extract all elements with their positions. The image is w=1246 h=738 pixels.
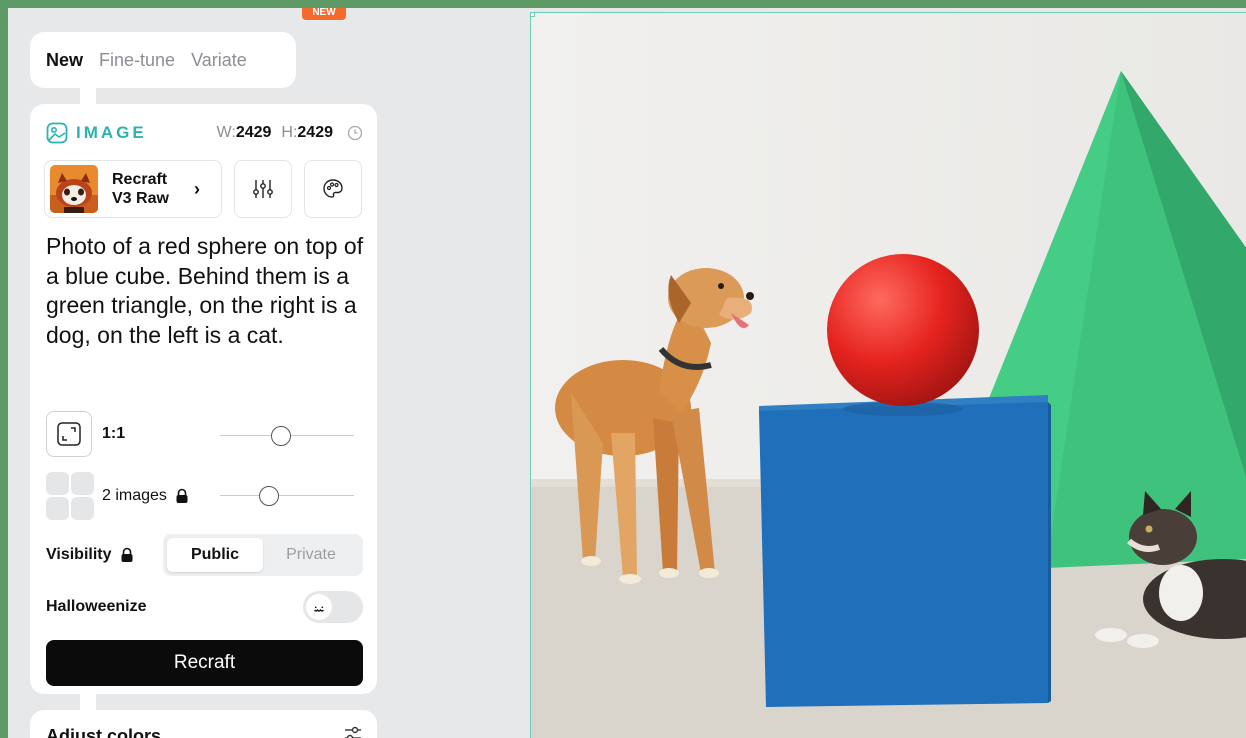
halloweenize-toggle[interactable] bbox=[303, 591, 363, 623]
adjust-icon[interactable] bbox=[343, 724, 363, 738]
new-badge: NEW bbox=[302, 8, 346, 20]
settings-sliders-button[interactable] bbox=[234, 160, 292, 218]
aspect-ratio-icon bbox=[57, 422, 81, 446]
model-selector-button[interactable]: Recraft V3 Raw › bbox=[44, 160, 222, 218]
image-settings-card: IMAGE W:2429 H:2429 Recraft V3 Raw › Pho… bbox=[30, 104, 377, 694]
visibility-row: Visibility Public Private bbox=[46, 534, 363, 576]
slider-knob[interactable] bbox=[271, 426, 291, 446]
resize-handle-top-left[interactable] bbox=[531, 13, 535, 17]
model-row: Recraft V3 Raw › bbox=[44, 160, 363, 218]
toggle-knob bbox=[306, 594, 332, 620]
visibility-segmented-control: Public Private bbox=[163, 534, 363, 576]
aspect-ratio-slider[interactable] bbox=[220, 426, 354, 446]
slider-track bbox=[220, 495, 354, 496]
width-key: W: bbox=[216, 124, 236, 141]
recraft-generate-button[interactable]: Recraft bbox=[46, 640, 363, 686]
generated-image bbox=[531, 13, 1246, 738]
visibility-label: Visibility bbox=[46, 546, 112, 563]
image-type-label: IMAGE bbox=[76, 123, 147, 142]
aspect-ratio-label: 1:1 bbox=[102, 425, 126, 442]
visibility-private-option[interactable]: Private bbox=[263, 538, 359, 572]
tabs-connector bbox=[80, 86, 96, 106]
dimensions[interactable]: W:2429 H:2429 bbox=[217, 124, 363, 142]
chevron-right-icon: › bbox=[194, 178, 200, 199]
pumpkin-icon bbox=[311, 602, 327, 614]
height-key: H: bbox=[281, 124, 298, 141]
red-panda-thumbnail bbox=[50, 165, 98, 213]
aspect-ratio-button[interactable] bbox=[46, 411, 92, 457]
height-value: 2429 bbox=[297, 124, 333, 141]
model-name-line1: Recraft bbox=[112, 171, 168, 188]
style-palette-button[interactable] bbox=[304, 160, 362, 218]
mode-tabs: New Fine-tune Variate bbox=[30, 32, 296, 88]
image-count-slider[interactable] bbox=[220, 486, 354, 506]
palette-icon bbox=[323, 179, 343, 198]
sliders-icon bbox=[253, 180, 273, 198]
generated-image-canvas[interactable] bbox=[530, 12, 1246, 738]
width-value: 2429 bbox=[235, 124, 272, 141]
tab-new[interactable]: New bbox=[46, 50, 83, 71]
image-type-row: IMAGE W:2429 H:2429 bbox=[46, 122, 363, 144]
halloweenize-row: Halloweenize bbox=[46, 590, 363, 624]
visibility-public-option[interactable]: Public bbox=[167, 538, 263, 572]
image-count-label: 2 images bbox=[102, 487, 167, 504]
cards-connector bbox=[80, 694, 96, 710]
adjust-colors-label: Adjust colors bbox=[46, 726, 162, 738]
slider-knob[interactable] bbox=[259, 486, 279, 506]
prompt-text[interactable]: Photo of a red sphere on top of a blue c… bbox=[46, 232, 368, 350]
halloweenize-label: Halloweenize bbox=[46, 598, 147, 615]
lock-icon bbox=[121, 547, 133, 562]
adjust-colors-card[interactable]: Adjust colors bbox=[30, 710, 377, 738]
image-icon bbox=[46, 122, 68, 144]
grid-icon bbox=[46, 472, 94, 520]
tab-fine-tune[interactable]: Fine-tune bbox=[99, 50, 175, 71]
model-name: Recraft V3 Raw bbox=[112, 170, 194, 208]
tab-variate[interactable]: Variate bbox=[191, 50, 247, 71]
lock-icon bbox=[176, 488, 188, 503]
app-window: NEW New Fine-tune Variate IMAGE W:2429 H… bbox=[8, 8, 1246, 738]
clock-icon[interactable] bbox=[347, 125, 363, 141]
model-name-line2: V3 Raw bbox=[112, 190, 169, 207]
